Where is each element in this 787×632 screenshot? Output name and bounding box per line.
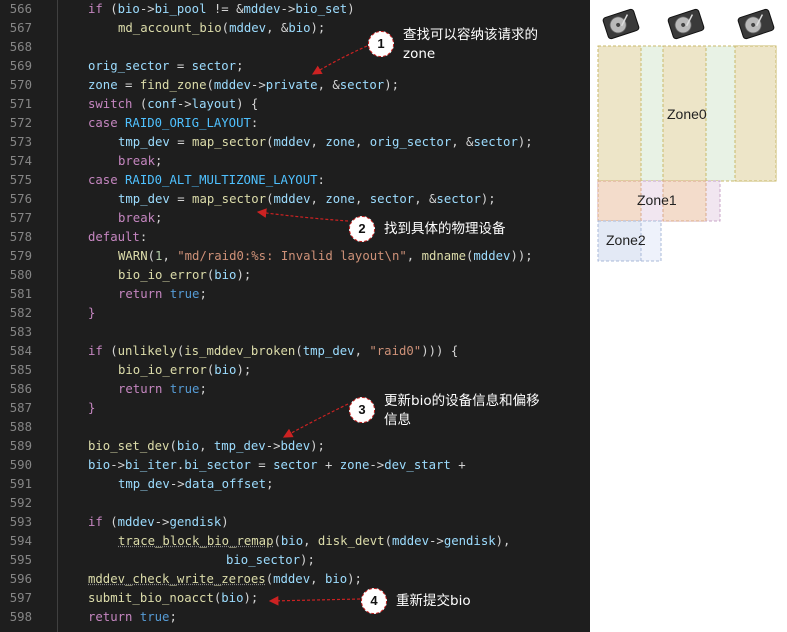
hard-disk-icon bbox=[737, 8, 775, 40]
callout-2-text: 找到具体的物理设备 bbox=[384, 221, 506, 237]
callout-3-badge: 3 bbox=[349, 397, 375, 423]
hard-disk-icon bbox=[667, 8, 705, 40]
callout-4-badge: 4 bbox=[361, 588, 387, 614]
arrow-2 bbox=[256, 208, 349, 222]
callout-1-badge: 1 bbox=[368, 31, 394, 57]
zone1-disk1-strip bbox=[597, 180, 642, 222]
arrow-4 bbox=[268, 596, 361, 606]
arrow-1 bbox=[311, 45, 368, 75]
callout-4-text: 重新提交bio bbox=[396, 593, 471, 609]
annotation-arrows bbox=[256, 45, 368, 606]
code-editor: 566 if (bio->bi_pool != &mddev->bio_set) … bbox=[0, 0, 590, 632]
callout-3-text: 更新bio的设备信息和偏移 信息 bbox=[384, 393, 540, 428]
callout-2-badge: 2 bbox=[349, 216, 375, 242]
zone2-label: Zone2 bbox=[606, 232, 646, 248]
callout-1-text: 查找可以容纳该请求的 zone bbox=[403, 27, 538, 62]
zone0-disk3-strip bbox=[734, 45, 777, 182]
zone0-label: Zone0 bbox=[667, 106, 707, 122]
zone0-disk1-strip bbox=[597, 45, 642, 182]
hard-disk-icon bbox=[602, 8, 640, 40]
zone1-label: Zone1 bbox=[637, 192, 677, 208]
arrow-3 bbox=[282, 403, 349, 438]
